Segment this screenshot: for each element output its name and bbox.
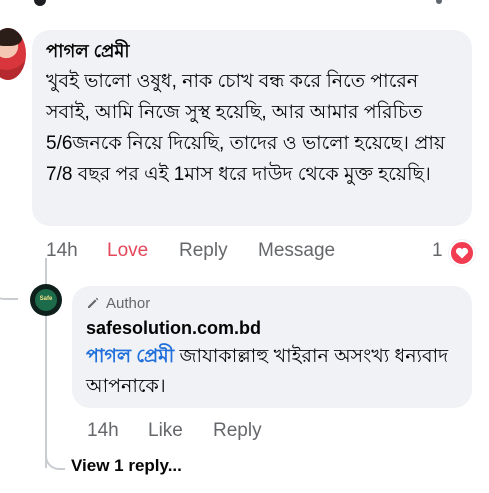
reply-bubble: Author safesolution.com.bd পাগল প্রেমী জ… [72,286,472,408]
thread-connector [0,268,18,300]
comment-timestamp[interactable]: 14h [46,240,78,262]
love-button[interactable]: Love [107,240,148,262]
avatar[interactable] [0,28,26,80]
reply-actions: 14h Like Reply [0,420,489,444]
view-replies-link[interactable]: View 1 reply... [71,456,182,476]
author-label: Author [106,295,151,312]
previous-comment-edge [0,0,489,12]
reaction-count[interactable]: 1 [432,240,443,262]
pencil-icon [88,297,99,308]
reply-timestamp[interactable]: 14h [87,420,119,442]
page-avatar[interactable]: Safe [30,284,62,316]
comment-text: খুবই ভালো ওষুধ, নাক চোখ বন্ধ করে নিতে পা… [46,71,446,185]
avatar-logo-text: Safe [39,296,53,302]
comment-bubble: পাগল প্রেমী খুবই ভালো ওষুধ, নাক চোখ বন্ধ… [32,30,472,226]
reply-text: পাগল প্রেমী জাযাকাল্লাহু খাইরান অসংখ্য ধ… [86,342,466,402]
heart-icon[interactable] [449,240,475,266]
message-button[interactable]: Message [258,240,335,262]
more-options-icon[interactable] [436,0,442,4]
previous-avatar-edge [34,0,46,6]
reply-button[interactable]: Reply [179,240,228,262]
comment-actions: 14h Love Reply Message 1 [0,240,489,266]
comment-author-name[interactable]: পাগল প্রেমী [46,37,130,68]
reply-author-name[interactable]: safesolution.com.bd [86,318,261,339]
thread-connector-end [45,440,65,470]
like-button[interactable]: Like [148,420,183,442]
reply-button-2[interactable]: Reply [213,420,262,442]
mention-link[interactable]: পাগল প্রেমী [86,346,174,367]
